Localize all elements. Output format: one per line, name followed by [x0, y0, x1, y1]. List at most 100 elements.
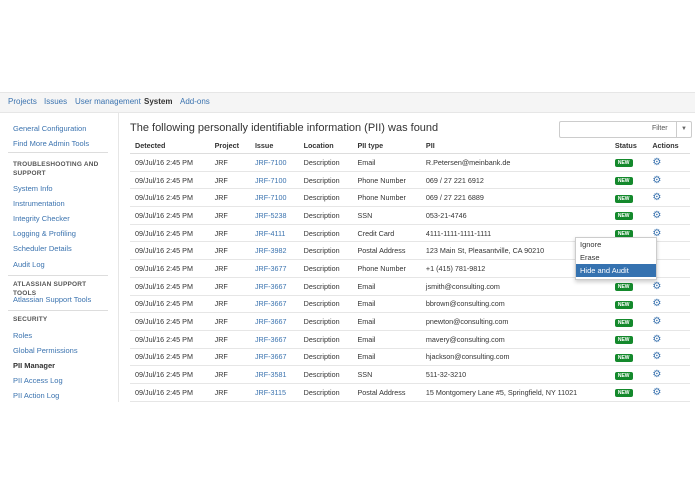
- sidebar-item-audit-log[interactable]: Audit Log: [13, 260, 45, 269]
- pii-type-cell: Phone Number: [352, 259, 421, 278]
- pii-type-cell: Phone Number: [352, 171, 421, 190]
- issue-link[interactable]: JRF-7100: [255, 193, 287, 202]
- gear-icon[interactable]: ⚙: [652, 316, 661, 327]
- detected-cell: 09/Jul/16 2:45 PM: [130, 295, 210, 314]
- column-header-actions: Actions: [647, 138, 690, 154]
- sidebar-item-system-info[interactable]: System Info: [13, 184, 53, 193]
- issue-link[interactable]: JRF-3667: [255, 335, 287, 344]
- page-title: The following personally identifiable in…: [130, 122, 439, 134]
- issue-link[interactable]: JRF-3982: [255, 246, 287, 255]
- project-cell: JRF: [209, 330, 250, 349]
- issue-link[interactable]: JRF-3581: [255, 370, 287, 379]
- actions-cell: ⚙: [647, 295, 690, 314]
- nav-item-issues[interactable]: Issues: [44, 97, 67, 106]
- status-badge: NEW: [614, 212, 633, 221]
- issue-link[interactable]: JRF-3667: [255, 317, 287, 326]
- column-header-project: Project: [209, 138, 250, 154]
- status-cell: NEW: [609, 348, 648, 367]
- actions-cell: ⚙: [647, 188, 690, 208]
- location-cell: Description: [298, 330, 353, 349]
- location-cell: Description: [298, 312, 353, 331]
- gear-icon[interactable]: ⚙: [652, 281, 661, 292]
- detected-cell: 09/Jul/16 2:45 PM: [130, 348, 210, 367]
- sidebar-item-general-configuration[interactable]: General Configuration: [13, 124, 86, 133]
- sidebar-item-global-permissions[interactable]: Global Permissions: [13, 346, 78, 355]
- nav-item-system[interactable]: System: [144, 97, 172, 106]
- issue-cell: JRF-3677: [249, 259, 299, 278]
- location-cell: Description: [298, 259, 353, 278]
- status-cell: NEW: [609, 295, 648, 314]
- admin-nav-bar: Projects Issues User management System Add-o…: [0, 92, 695, 113]
- table-row: 09/Jul/16 2:45 PM JRF JRF-3667 Description E…: [130, 348, 690, 367]
- gear-icon[interactable]: ⚙: [652, 192, 661, 203]
- status-cell: NEW: [609, 153, 648, 172]
- sidebar-item-pii-action-log[interactable]: PII Action Log: [13, 391, 59, 400]
- pii-type-cell: Phone Number: [352, 188, 421, 208]
- gear-icon[interactable]: ⚙: [652, 298, 661, 309]
- gear-icon[interactable]: ⚙: [652, 210, 661, 221]
- menu-item-ignore[interactable]: Ignore: [576, 238, 656, 251]
- pii-type-cell: Credit Card: [352, 224, 421, 243]
- issue-link[interactable]: JRF-4111: [255, 229, 286, 238]
- filter-button[interactable]: Filter: [652, 125, 668, 132]
- sidebar-item-find-more-admin-tools[interactable]: Find More Admin Tools: [13, 139, 89, 148]
- column-header-pii-type: PII type: [352, 138, 421, 154]
- status-badge: NEW: [614, 177, 633, 186]
- menu-item-hide-and-audit[interactable]: Hide and Audit: [576, 264, 656, 277]
- pii-type-cell: Postal Address: [352, 241, 421, 261]
- status-cell: NEW: [609, 330, 648, 349]
- sidebar-divider: [8, 275, 108, 276]
- status-badge: NEW: [614, 371, 633, 380]
- gear-icon[interactable]: ⚙: [652, 334, 661, 345]
- location-cell: Description: [298, 383, 353, 402]
- sidebar-item-integrity-checker[interactable]: Integrity Checker: [13, 214, 70, 223]
- issue-cell: JRF-3667: [249, 277, 299, 296]
- project-cell: JRF: [209, 153, 250, 172]
- issue-link[interactable]: JRF-3667: [255, 282, 287, 291]
- detected-cell: 09/Jul/16 2:45 PM: [130, 383, 210, 402]
- actions-cell: ⚙: [647, 383, 690, 402]
- detected-cell: 09/Jul/16 2:45 PM: [130, 330, 210, 349]
- filter-input[interactable]: [560, 122, 654, 135]
- project-cell: JRF: [209, 224, 250, 243]
- gear-icon[interactable]: ⚙: [652, 351, 661, 362]
- pii-cell: 15 Montgomery Lane #5, Springfield, NY 1…: [420, 383, 610, 402]
- sidebar-item-logging-profiling[interactable]: Logging & Profiling: [13, 229, 76, 238]
- project-cell: JRF: [209, 365, 250, 384]
- issue-link[interactable]: JRF-3667: [255, 352, 287, 361]
- sidebar-item-roles[interactable]: Roles: [13, 331, 32, 340]
- pii-type-cell: SSN: [352, 365, 421, 384]
- issue-cell: JRF-3667: [249, 348, 299, 367]
- gear-icon[interactable]: ⚙: [652, 175, 661, 186]
- gear-icon[interactable]: ⚙: [652, 157, 661, 168]
- sidebar-item-instrumentation[interactable]: Instrumentation: [13, 199, 65, 208]
- issue-link[interactable]: JRF-5238: [255, 211, 287, 220]
- issue-link[interactable]: JRF-7100: [255, 158, 287, 167]
- nav-item-user-management[interactable]: User management: [75, 97, 141, 106]
- issue-link[interactable]: JRF-3115: [255, 388, 286, 397]
- sidebar-item-pii-manager[interactable]: PII Manager: [13, 361, 55, 370]
- sidebar-item-pii-access-log[interactable]: PII Access Log: [13, 376, 63, 385]
- table-row: 09/Jul/16 2:45 PM JRF JRF-7100 Description P…: [130, 188, 690, 208]
- issue-link[interactable]: JRF-3667: [255, 299, 287, 308]
- nav-item-projects[interactable]: Projects: [8, 97, 37, 106]
- detected-cell: 09/Jul/16 2:45 PM: [130, 224, 210, 243]
- menu-item-erase[interactable]: Erase: [576, 251, 656, 264]
- issue-cell: JRF-4111: [249, 224, 299, 243]
- issue-link[interactable]: JRF-3677: [255, 264, 287, 273]
- gear-icon[interactable]: ⚙: [652, 369, 661, 380]
- pii-cell: mavery@consulting.com: [420, 330, 610, 349]
- sidebar: General Configuration Find More Admin Too…: [0, 112, 119, 402]
- sidebar-item-scheduler-details[interactable]: Scheduler Details: [13, 244, 72, 253]
- location-cell: Description: [298, 224, 353, 243]
- gear-icon[interactable]: ⚙: [652, 387, 661, 398]
- caret-down-icon[interactable]: ▼: [676, 122, 691, 137]
- issue-link[interactable]: JRF-7100: [255, 176, 287, 185]
- pii-cell: R.Petersen@meinbank.de: [420, 153, 610, 172]
- sidebar-section-heading: TROUBLESHOOTING AND SUPPORT: [13, 161, 99, 177]
- nav-item-add-ons[interactable]: Add-ons: [180, 97, 210, 106]
- sidebar-item-atlassian-support-tools[interactable]: Atlassian Support Tools: [13, 295, 91, 304]
- pii-cell: hjackson@consulting.com: [420, 348, 610, 367]
- table-row: 09/Jul/16 2:45 PM JRF JRF-3667 Description E…: [130, 330, 690, 349]
- detected-cell: 09/Jul/16 2:45 PM: [130, 259, 210, 278]
